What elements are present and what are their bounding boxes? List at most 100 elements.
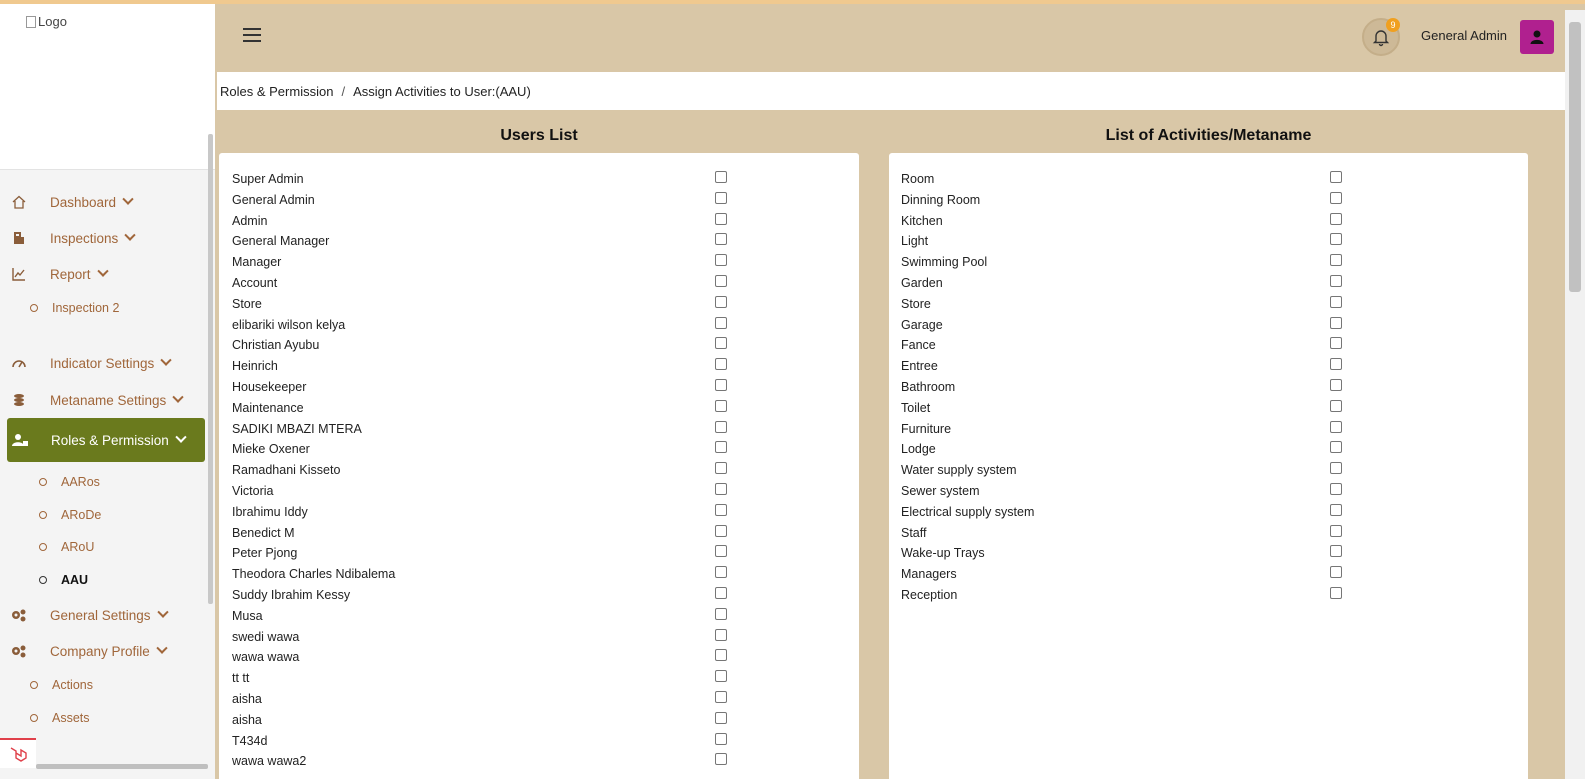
user-row-checkbox[interactable]: [715, 295, 727, 308]
user-row-checkbox[interactable]: [715, 233, 727, 246]
activity-row-checkbox[interactable]: [1330, 254, 1342, 267]
user-row-checkbox[interactable]: [715, 670, 727, 683]
activity-row-label: Reception: [901, 588, 958, 602]
user-row-checkbox[interactable]: [715, 732, 727, 745]
user-row-checkbox[interactable]: [715, 607, 727, 620]
nav-metaname-settings[interactable]: Metaname Settings: [0, 382, 208, 418]
user-row-checkbox[interactable]: [715, 316, 727, 329]
activity-row-checkbox[interactable]: [1330, 233, 1342, 246]
nav-label: Indicator Settings: [50, 355, 155, 371]
user-avatar[interactable]: [1520, 20, 1554, 54]
user-row-checkbox[interactable]: [715, 254, 727, 267]
logo[interactable]: Logo: [26, 14, 67, 29]
users-list-panel: Super Admin General Admin Admin General Man…: [219, 153, 859, 779]
activity-row-checkbox[interactable]: [1330, 171, 1342, 183]
activity-row-label: Managers: [901, 567, 957, 582]
user-row-checkbox[interactable]: [715, 358, 727, 371]
activity-row-checkbox[interactable]: [1330, 441, 1342, 454]
nav-company-profile[interactable]: Company Profile: [0, 633, 208, 669]
activity-row-label: Kitchen: [901, 213, 943, 228]
sub-item-aaros[interactable]: AARos: [39, 475, 100, 489]
user-row-checkbox[interactable]: [715, 587, 727, 599]
nav-label: Company Profile: [50, 643, 150, 659]
user-row-checkbox[interactable]: [715, 337, 727, 350]
sub-item-inspection-2[interactable]: Inspection 2: [30, 301, 119, 315]
activity-row-checkbox[interactable]: [1330, 483, 1342, 495]
user-row-checkbox[interactable]: [715, 441, 727, 454]
user-row-checkbox[interactable]: [715, 191, 727, 204]
user-row-checkbox[interactable]: [715, 628, 727, 641]
activity-row-checkbox[interactable]: [1330, 379, 1342, 391]
activity-row-checkbox[interactable]: [1330, 587, 1342, 599]
nav-dashboard[interactable]: Dashboard: [0, 184, 208, 220]
activity-row-checkbox[interactable]: [1330, 295, 1342, 308]
activity-row-checkbox[interactable]: [1330, 316, 1342, 329]
user-row-checkbox[interactable]: [715, 566, 727, 579]
building-icon: [10, 229, 28, 247]
user-row-label: aisha: [232, 712, 262, 727]
user-row-checkbox[interactable]: [715, 462, 727, 475]
chevron-down-icon: [122, 193, 134, 205]
user-row-checkbox[interactable]: [715, 399, 727, 412]
activity-row: Kitchen: [889, 211, 1528, 232]
activity-row-checkbox[interactable]: [1330, 399, 1342, 412]
activity-row-checkbox[interactable]: [1330, 212, 1342, 225]
activity-row: Managers: [889, 564, 1528, 585]
activity-row-checkbox[interactable]: [1330, 503, 1342, 516]
user-row-checkbox[interactable]: [715, 379, 727, 391]
user-row-checkbox[interactable]: [715, 212, 727, 225]
chevron-down-icon: [156, 642, 168, 654]
user-name[interactable]: General Admin: [1421, 28, 1507, 43]
user-row-checkbox[interactable]: [715, 711, 727, 724]
user-row-label: Christian Ayubu: [232, 338, 320, 353]
sub-item-actions[interactable]: Actions: [30, 678, 93, 692]
sub-item-arode[interactable]: ARoDe: [39, 508, 101, 522]
sub-item-label: AARos: [61, 475, 100, 489]
scrollbar-thumb[interactable]: [1569, 22, 1581, 292]
activity-row-checkbox[interactable]: [1330, 337, 1342, 350]
user-row: Account: [219, 273, 859, 294]
sub-item-label: ARoDe: [61, 508, 102, 522]
user-row-checkbox[interactable]: [715, 420, 727, 433]
user-row-checkbox[interactable]: [715, 275, 727, 287]
sub-item-aau[interactable]: AAU: [39, 573, 88, 587]
sidebar-scrollbar[interactable]: [208, 134, 213, 604]
breadcrumb-parent[interactable]: Roles & Permission: [220, 84, 333, 99]
user-row-checkbox[interactable]: [715, 753, 727, 766]
user-row-checkbox[interactable]: [715, 503, 727, 516]
user-row-label: Victoria: [232, 484, 274, 498]
user-row-checkbox[interactable]: [715, 649, 727, 662]
nav-roles-permission[interactable]: Roles & Permission: [7, 418, 205, 462]
user-row-checkbox[interactable]: [715, 545, 727, 558]
sub-item-arou[interactable]: ARoU: [39, 540, 94, 554]
user-row-label: Admin: [232, 213, 268, 228]
hamburger-menu-icon[interactable]: [243, 28, 261, 46]
activity-row-checkbox[interactable]: [1330, 191, 1342, 204]
user-row-label: Maintenance: [232, 400, 304, 415]
activity-row-checkbox[interactable]: [1330, 566, 1342, 579]
activity-row-label: Lodge: [901, 442, 936, 457]
activity-row: Entree: [889, 356, 1528, 377]
user-row-checkbox[interactable]: [715, 524, 727, 537]
activity-row-checkbox[interactable]: [1330, 358, 1342, 371]
sub-item-assets[interactable]: Assets: [30, 711, 90, 725]
activity-row-label: Wake-up Trays: [901, 546, 985, 561]
activity-row-checkbox[interactable]: [1330, 545, 1342, 558]
top-header: 9 General Admin: [215, 4, 1565, 68]
nav-inspections[interactable]: Inspections: [0, 220, 208, 256]
nav-general-settings[interactable]: General Settings: [0, 597, 208, 633]
page-scrollbar[interactable]: [1565, 10, 1585, 779]
user-row-checkbox[interactable]: [715, 483, 727, 495]
activity-row-checkbox[interactable]: [1330, 524, 1342, 537]
nav-indicator-settings[interactable]: Indicator Settings: [0, 345, 208, 381]
activity-row-checkbox[interactable]: [1330, 420, 1342, 433]
nav-report[interactable]: Report: [0, 256, 208, 292]
home-icon: [10, 193, 28, 211]
user-row-checkbox[interactable]: [715, 171, 727, 183]
user-row-checkbox[interactable]: [715, 691, 727, 703]
activity-row-checkbox[interactable]: [1330, 462, 1342, 475]
horizontal-scrollbar[interactable]: [36, 764, 208, 769]
user-row-label: wawa wawa: [232, 650, 300, 665]
activity-row-label: Entree: [901, 359, 938, 374]
activity-row-checkbox[interactable]: [1330, 275, 1342, 287]
